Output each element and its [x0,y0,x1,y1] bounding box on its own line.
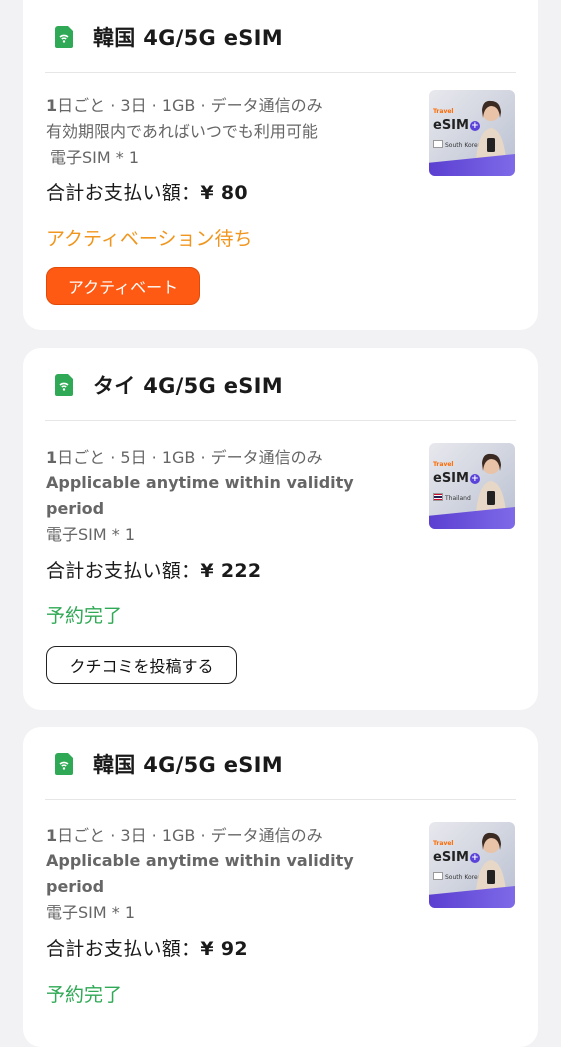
activate-button[interactable]: アクティベート [46,267,200,305]
thumb-brand-small: Travel [433,461,454,468]
order-plan-detail: 1日ごと · 5日 · 1GB · データ通信のみ [46,448,323,467]
order-plan-detail: 1日ごと · 3日 · 1GB · データ通信のみ [46,826,323,845]
thumb-brand-small: Travel [433,840,454,847]
post-review-button[interactable]: クチコミを投稿する [46,646,237,684]
sim-card-icon [55,374,73,396]
order-card[interactable]: 韓国 4G/5G eSIM 1日ごと · 3日 · 1GB · データ通信のみ … [23,727,538,1047]
sim-card-icon [55,26,73,48]
order-status: アクティベーション待ち [46,228,253,250]
order-sim-count: 電子SIM * 1 [50,148,140,167]
order-status: 予約完了 [46,984,123,1006]
order-title: 韓国 4G/5G eSIM [93,753,283,777]
order-sim-count: 電子SIM * 1 [46,525,136,544]
order-card[interactable]: タイ 4G/5G eSIM 1日ごと · 5日 · 1GB · データ通信のみ … [23,348,538,710]
order-validity: Applicable anytime within validity [46,851,354,870]
order-total: 合計お支払い額：¥ 80 [46,182,248,204]
product-thumbnail[interactable]: Travel eSIM + Thailand [429,443,515,529]
order-sim-count: 電子SIM * 1 [46,903,136,922]
order-status: 予約完了 [46,605,123,627]
sim-card-icon [55,753,73,775]
order-title: 韓国 4G/5G eSIM [93,26,283,50]
korea-flag-icon [433,872,443,880]
order-total: 合計お支払い額：¥ 222 [46,560,262,582]
order-total: 合計お支払い額：¥ 92 [46,938,248,960]
product-thumbnail[interactable]: Travel eSIM + South Korea [429,90,515,176]
product-thumbnail[interactable]: Travel eSIM + South Korea [429,822,515,908]
order-validity-cont: period [46,499,105,518]
order-validity-cont: period [46,877,105,896]
thailand-flag-icon [433,493,443,501]
order-validity: Applicable anytime within validity [46,473,354,492]
order-card[interactable]: 韓国 4G/5G eSIM 1日ごと · 3日 · 1GB · データ通信のみ … [23,0,538,330]
thumb-country: Thailand [433,493,471,502]
order-validity: 有効期限内であればいつでも利用可能 [46,122,318,141]
korea-flag-icon [433,140,443,148]
order-plan-detail: 1日ごと · 3日 · 1GB · データ通信のみ [46,96,323,115]
order-title: タイ 4G/5G eSIM [93,374,283,398]
thumb-brand-small: Travel [433,108,454,115]
